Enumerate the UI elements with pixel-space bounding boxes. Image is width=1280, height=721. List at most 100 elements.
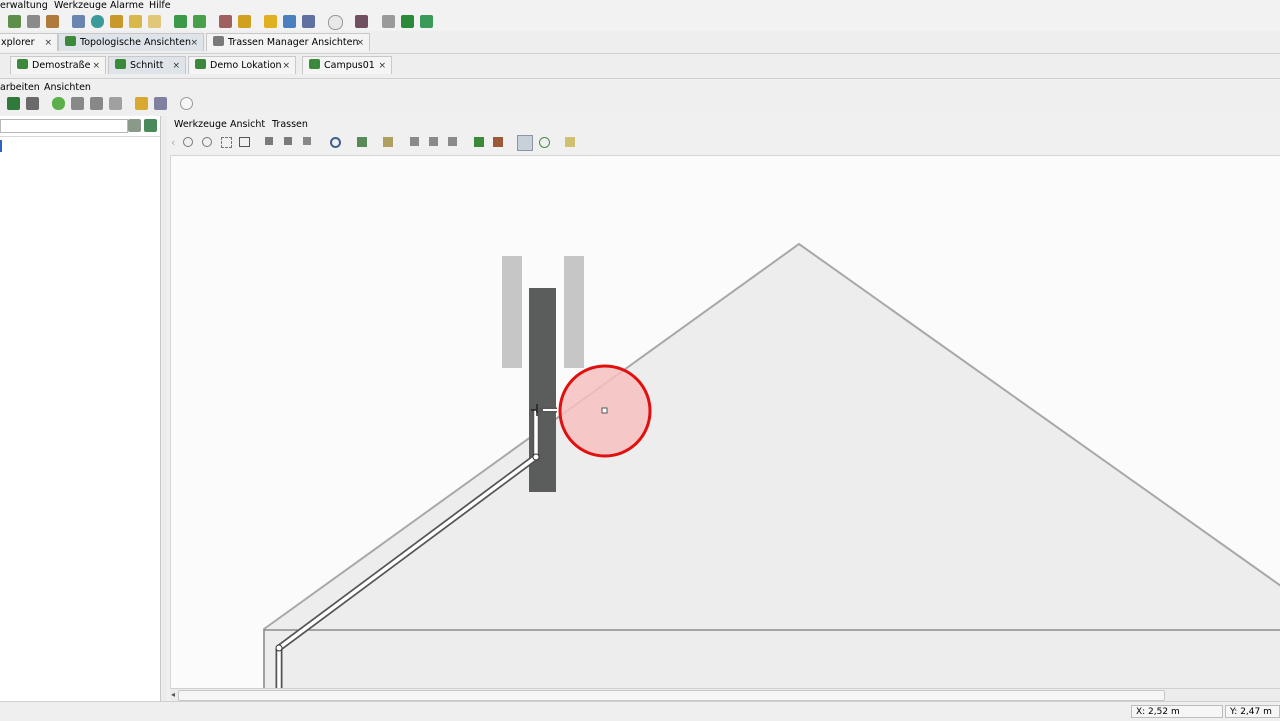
add-object-icon[interactable] — [474, 137, 484, 147]
menu-werkzeuge[interactable]: Werkzeuge — [54, 0, 107, 11]
route-split-icon[interactable] — [429, 137, 438, 146]
antenna-left — [502, 256, 522, 368]
horizontal-scrollbar[interactable]: ◂ — [170, 688, 1280, 701]
menu-bar: erwaltung Werkzeuge Alarme Hilfe — [0, 0, 1280, 12]
settings-icon[interactable] — [219, 15, 232, 28]
filter-icon[interactable] — [128, 119, 141, 132]
tab-label: xplorer — [1, 37, 35, 48]
tab-topologische-ansichten[interactable]: Topologische Ansichten × — [58, 33, 204, 51]
close-icon[interactable]: × — [282, 57, 290, 75]
refresh-tree-icon[interactable] — [144, 119, 157, 132]
scroll-left-icon[interactable]: ◂ — [171, 690, 175, 699]
export-icon[interactable] — [26, 97, 39, 110]
chart-icon[interactable] — [401, 15, 414, 28]
menu-alarme[interactable]: Alarme — [110, 0, 144, 11]
ruler-icon[interactable] — [382, 15, 395, 28]
menu-bearbeiten[interactable]: arbeiten — [0, 82, 40, 93]
close-icon[interactable]: × — [378, 57, 386, 75]
antenna-right — [564, 256, 584, 368]
route-left-icon[interactable] — [410, 137, 419, 146]
warning-icon[interactable] — [264, 15, 277, 28]
map-icon — [195, 59, 206, 69]
selection-handle[interactable] — [601, 407, 608, 414]
tab-explorer[interactable]: xplorer × — [0, 33, 58, 51]
divider — [0, 136, 160, 137]
database-icon[interactable] — [46, 15, 59, 28]
x-coordinate: X: 2,52 m — [1131, 705, 1223, 718]
close-icon[interactable]: × — [172, 57, 180, 75]
map-icon — [115, 59, 126, 69]
graph-icon[interactable] — [420, 15, 433, 28]
add-view-icon[interactable] — [7, 97, 20, 110]
scrollbar-thumb[interactable] — [178, 690, 1165, 701]
rotate-icon[interactable] — [330, 137, 341, 148]
link-icon[interactable] — [71, 97, 84, 110]
menu-view-trassen[interactable]: Trassen — [272, 119, 308, 131]
menu-ansichten[interactable]: Ansichten — [44, 82, 91, 93]
filter-icon[interactable] — [154, 97, 167, 110]
circle-tool-icon[interactable] — [180, 97, 193, 110]
edit-icon[interactable] — [72, 15, 85, 28]
layer-icon[interactable] — [357, 137, 367, 147]
close-icon[interactable]: × — [356, 34, 364, 52]
globe-icon[interactable] — [283, 15, 296, 28]
note-icon[interactable] — [148, 15, 161, 28]
close-icon[interactable]: × — [92, 57, 100, 75]
pan-up-icon[interactable] — [284, 137, 292, 145]
menu-hilfe[interactable]: Hilfe — [149, 0, 171, 11]
map-icon — [17, 59, 28, 69]
panel-splitter[interactable] — [160, 116, 167, 714]
drawing-canvas[interactable] — [170, 155, 1280, 689]
search-input[interactable] — [0, 119, 128, 133]
network-icon[interactable] — [174, 15, 187, 28]
menu-verwaltung[interactable]: erwaltung — [0, 0, 48, 11]
undo-icon[interactable] — [539, 137, 550, 148]
share-icon[interactable] — [193, 15, 206, 28]
tab-demostrasse[interactable]: Demostraße × — [10, 56, 106, 74]
roof-outline — [263, 242, 1280, 689]
fit-view-icon[interactable] — [239, 137, 250, 147]
zoom-out-icon[interactable] — [202, 137, 212, 147]
tab-demo-lokation[interactable]: Demo Lokation × — [188, 56, 296, 74]
tool-icon[interactable] — [355, 15, 368, 28]
node-icon[interactable] — [52, 97, 65, 110]
unlink-icon[interactable] — [90, 97, 103, 110]
layers-icon[interactable] — [302, 15, 315, 28]
star-icon[interactable] — [238, 15, 251, 28]
save-icon[interactable] — [27, 15, 40, 28]
route-join-icon[interactable] — [448, 137, 457, 146]
tab-campus01[interactable]: Campus01 × — [302, 56, 392, 74]
zoom-box-icon[interactable] — [221, 137, 232, 148]
tab-schnitt[interactable]: Schnitt × — [108, 56, 186, 74]
pointer-icon[interactable] — [303, 137, 311, 145]
menu-view-werkzeuge[interactable]: Werkzeuge — [174, 119, 227, 131]
info-icon[interactable] — [91, 15, 104, 28]
lamp-icon[interactable] — [129, 15, 142, 28]
route-node[interactable] — [532, 453, 540, 461]
options-icon[interactable] — [109, 97, 122, 110]
close-icon[interactable]: × — [190, 34, 198, 52]
view-menu-bar: Werkzeuge Ansicht Trassen — [168, 118, 1280, 132]
secondary-toolbar — [0, 94, 1280, 114]
back-icon[interactable]: ‹ — [171, 137, 183, 149]
highlight-icon[interactable] — [565, 137, 575, 147]
refresh-icon[interactable] — [328, 15, 343, 30]
tab-label: Demo Lokation — [210, 60, 282, 71]
main-toolbar — [0, 12, 1280, 32]
connect-icon[interactable] — [8, 15, 21, 28]
pan-left-icon[interactable] — [265, 137, 273, 145]
select-tool-icon[interactable] — [517, 135, 533, 151]
tab-trassen-manager-ansichten[interactable]: Trassen Manager Ansichten × — [206, 33, 370, 51]
measure-icon[interactable] — [383, 137, 393, 147]
folder-icon[interactable] — [110, 15, 123, 28]
main-tab-row: xplorer × Topologische Ansichten × Trass… — [0, 31, 1280, 54]
building-icon[interactable] — [493, 137, 503, 147]
close-icon[interactable]: × — [44, 34, 52, 52]
zoom-in-icon[interactable] — [183, 137, 193, 147]
tab-label: Demostraße — [32, 60, 91, 71]
alert-icon[interactable] — [135, 97, 148, 110]
route-node[interactable] — [275, 644, 283, 652]
menu-view-ansicht[interactable]: Ansicht — [230, 119, 265, 131]
document-tab-row: Demostraße × Schnitt × Demo Lokation × C… — [0, 54, 1280, 79]
tab-label: Trassen Manager Ansichten — [228, 37, 359, 48]
